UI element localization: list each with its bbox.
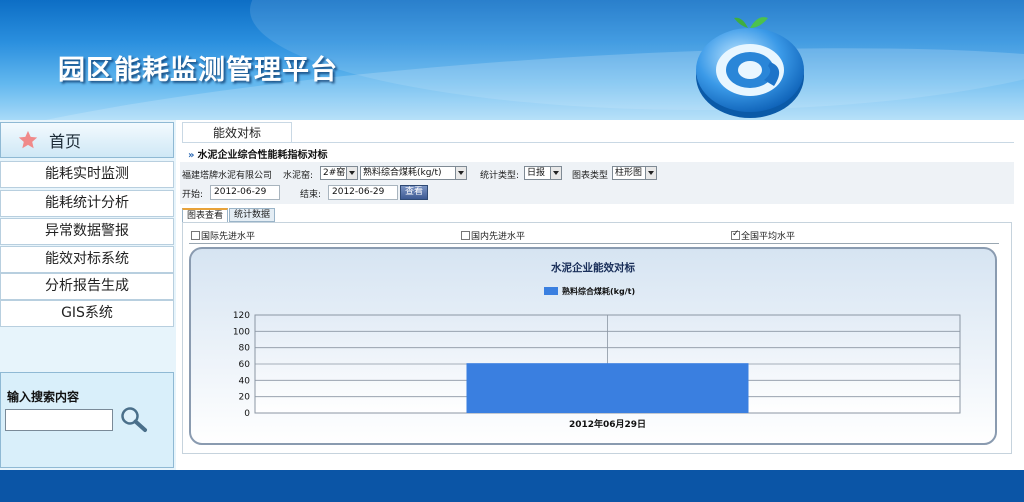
chart-panel: 国际先进水平 国内先进水平 全国平均水平 水泥企业能效对标 xyxy=(182,222,1012,454)
checkbox-national-average-box[interactable] xyxy=(731,229,740,240)
search-label: 输入搜索内容 xyxy=(7,390,80,404)
tab-chart-view[interactable]: 图表查看 xyxy=(182,208,228,222)
y-tick-label: 120 xyxy=(233,311,250,321)
kiln-label: 水泥窑: xyxy=(283,171,314,181)
header-banner: 园区能耗监测管理平台 xyxy=(0,0,1024,120)
y-tick-label: 20 xyxy=(239,393,251,403)
y-tick-label: 60 xyxy=(239,360,251,370)
sidebar: 首页 能耗实时监测 能耗统计分析 异常数据警报 能效对标系统 分析报告生成 GI… xyxy=(0,120,176,470)
legend-label: 熟料综合煤耗(kg/t) xyxy=(562,286,635,296)
tab-divider xyxy=(182,142,1014,143)
checkbox-domestic-advanced-box[interactable] xyxy=(461,231,470,240)
panel-divider xyxy=(189,243,999,244)
plot-area: 0 20 40 60 80 100 120 2012年06月29日 xyxy=(233,311,961,430)
chevron-down-icon xyxy=(346,167,357,179)
double-arrow-icon: » xyxy=(188,150,195,161)
checkbox-international-advanced[interactable]: 国际先进水平 xyxy=(191,229,255,242)
y-tick-label: 80 xyxy=(239,344,251,354)
footer-bar xyxy=(0,470,1024,502)
nav-item-anomaly-alarm[interactable]: 异常数据警报 xyxy=(0,218,174,245)
search-panel: 输入搜索内容 xyxy=(0,372,174,468)
company-name: 福建塔牌水泥有限公司 xyxy=(182,171,273,181)
filter-bar: 福建塔牌水泥有限公司 水泥窑: 2#窑 熟料综合煤耗(kg/t) 统计类型: 日… xyxy=(180,162,1014,204)
checkbox-national-average-label: 全国平均水平 xyxy=(741,232,796,242)
kiln-select[interactable]: 2#窑 xyxy=(320,166,358,180)
nav-item-realtime-monitor[interactable]: 能耗实时监测 xyxy=(0,161,174,188)
nav-item-gis-system[interactable]: GIS系统 xyxy=(0,300,174,327)
at-sign-logo-icon xyxy=(696,17,804,118)
checkbox-domestic-advanced[interactable]: 国内先进水平 xyxy=(461,229,525,242)
nav-home[interactable]: 首页 xyxy=(0,122,174,158)
nav-item-efficiency-benchmark[interactable]: 能效对标系统 xyxy=(0,246,174,273)
x-tick-label: 2012年06月29日 xyxy=(569,418,646,430)
stat-type-select[interactable]: 日报 xyxy=(524,166,562,180)
stat-type-select-value: 日报 xyxy=(527,168,546,178)
indicator-select-value: 熟料综合煤耗(kg/t) xyxy=(363,168,442,178)
main-content: 能效对标 » 水泥企业综合性能耗指标对标 福建塔牌水泥有限公司 水泥窑: 2#窑 … xyxy=(176,120,1024,470)
checkbox-national-average[interactable]: 全国平均水平 xyxy=(731,229,795,242)
search-input[interactable] xyxy=(5,409,113,431)
legend-swatch xyxy=(544,287,558,295)
nav-home-label: 首页 xyxy=(49,132,82,151)
y-tick-label: 100 xyxy=(233,327,250,337)
indicator-select[interactable]: 熟料综合煤耗(kg/t) xyxy=(360,166,467,180)
chart-type-label: 图表类型 xyxy=(572,171,609,181)
chevron-down-icon xyxy=(550,167,561,179)
query-button[interactable]: 查看 xyxy=(400,185,428,200)
section-subtitle-text: 水泥企业综合性能耗指标对标 xyxy=(197,150,328,161)
y-tick-label: 40 xyxy=(239,376,251,386)
bar-chart: 水泥企业能效对标 熟料综合煤耗(kg/t) 0 20 40 60 80 100 120 201… xyxy=(189,247,997,445)
nav-item-statistics-analysis[interactable]: 能耗统计分析 xyxy=(0,190,174,217)
chart-type-select[interactable]: 柱形图 xyxy=(612,166,657,180)
nav-item-report-generation[interactable]: 分析报告生成 xyxy=(0,273,174,300)
end-date-input[interactable]: 2012-06-29 xyxy=(328,185,398,200)
y-tick-label: 0 xyxy=(244,409,250,419)
start-date-input[interactable]: 2012-06-29 xyxy=(210,185,280,200)
checkbox-international-advanced-label: 国际先进水平 xyxy=(201,232,256,242)
bar xyxy=(466,363,749,413)
kiln-select-value: 2#窑 xyxy=(323,168,346,178)
chart-type-select-value: 柱形图 xyxy=(615,168,643,178)
stat-type-label: 统计类型: xyxy=(480,171,520,181)
tab-statistics-data[interactable]: 统计数据 xyxy=(229,208,275,222)
start-date-label: 开始: xyxy=(182,190,204,200)
checkbox-international-advanced-box[interactable] xyxy=(191,231,200,240)
star-icon xyxy=(18,130,38,149)
checkbox-domestic-advanced-label: 国内先进水平 xyxy=(471,232,526,242)
chart-title: 水泥企业能效对标 xyxy=(550,261,635,274)
chevron-down-icon xyxy=(455,167,466,179)
tab-efficiency-benchmark[interactable]: 能效对标 xyxy=(182,122,292,142)
search-icon[interactable] xyxy=(119,406,149,434)
app-title: 园区能耗监测管理平台 xyxy=(58,55,338,86)
section-subtitle: » 水泥企业综合性能耗指标对标 xyxy=(188,146,327,161)
chevron-down-icon xyxy=(645,167,656,179)
end-date-label: 结束: xyxy=(300,190,322,200)
